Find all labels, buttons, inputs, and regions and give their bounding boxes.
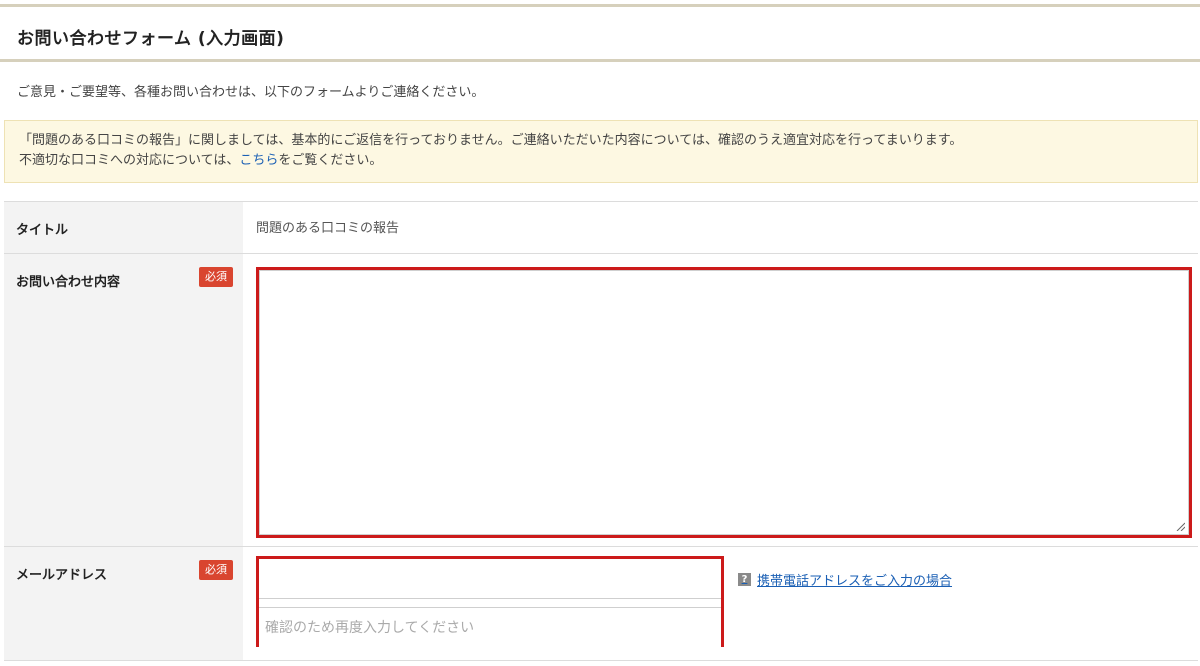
title-label: タイトル [16,223,69,238]
notice-line-2-prefix: 不適切な口コミへの対応については、 [19,153,240,168]
required-badge: 必須 [199,560,233,580]
email-fields-wrapper [256,556,724,647]
notice-line-2: 不適切な口コミへの対応については、こちらをご覧ください。 [19,151,1183,171]
title-value: 問題のある口コミの報告 [256,221,400,236]
notice-link[interactable]: こちら [239,153,278,168]
content-label: お問い合わせ内容 [16,275,121,290]
intro-text: ご意見・ご要望等、各種お問い合わせは、以下のフォームよりご連絡ください。 [17,85,485,100]
email-field[interactable] [259,559,721,599]
content-textarea-wrapper [256,267,1192,538]
label-cell-content: お問い合わせ内容 必須 [4,254,243,546]
label-cell-title: タイトル [4,202,243,253]
form-row-content: お問い合わせ内容 必須 [4,253,1198,546]
notice-line-1: 「問題のある口コミの報告」に関しましては、基本的にご返信を行っておりません。ご連… [19,133,963,148]
form-row-title: タイトル 問題のある口コミの報告 [4,201,1198,253]
page-header: お問い合わせフォーム (入力画面) [0,4,1200,62]
content-textarea[interactable] [259,270,1189,535]
question-icon: ? [738,573,751,586]
email-label: メールアドレス [16,568,108,583]
label-cell-email: メールアドレス 必須 [4,547,243,660]
form-row-email: メールアドレス 必須 ? 携帯電話アドレスをご入力の場合 [4,546,1198,661]
notice-line-2-suffix: をご覧ください。 [278,153,383,168]
resize-grip-icon[interactable] [1175,521,1185,531]
email-confirm-field[interactable] [259,607,721,647]
notice-box: 「問題のある口コミの報告」に関しましては、基本的にご返信を行っておりません。ご連… [4,120,1198,183]
email-gap [259,599,721,607]
page-title: お問い合わせフォーム (入力画面) [17,29,285,49]
required-badge: 必須 [199,267,233,287]
mobile-email-help-link[interactable]: ? 携帯電話アドレスをご入力の場合 [738,570,952,589]
help-link-text: 携帯電話アドレスをご入力の場合 [757,574,953,589]
